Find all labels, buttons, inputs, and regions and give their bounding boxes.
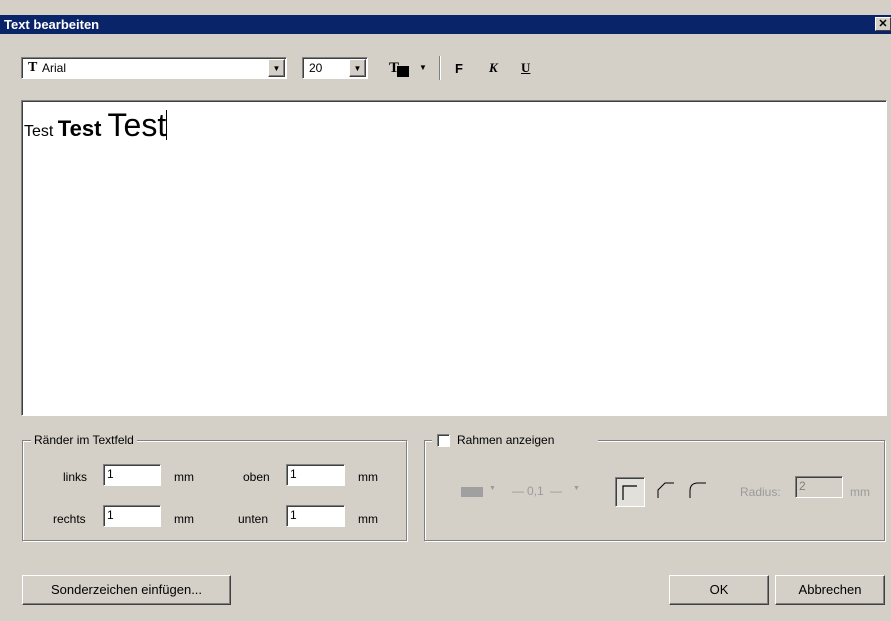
chevron-down-icon: ▼ [489,485,496,492]
line-width-select[interactable]: — 0,1 — ▼ [512,484,584,500]
text-run-small: Test [24,123,58,140]
line-width-value: 0,1 [527,484,544,498]
text-editor-area[interactable]: Test Test Test [21,100,887,416]
radius-label: Radius: [740,485,781,499]
links-label: links [63,470,88,484]
cancel-button[interactable]: Abbrechen [775,575,885,605]
rechts-unit: mm [174,512,194,526]
unten-unit: mm [358,512,378,526]
chevron-down-icon: ▼ [419,63,427,72]
radius-unit: mm [850,485,870,499]
frame-color-button[interactable]: ▼ [461,485,501,499]
links-input[interactable]: 1 [103,464,161,486]
chevron-down-icon[interactable]: ▼ [349,59,366,77]
corner-square-icon [622,485,637,500]
oben-unit: mm [358,470,378,484]
unten-label: unten [238,512,269,526]
close-icon[interactable]: ✕ [875,17,891,31]
font-family-select[interactable]: T Arial ▼ [21,57,287,79]
text-color-button[interactable]: T ▼ [389,60,433,78]
text-run-large: Test [107,107,167,143]
window-title: Text bearbeiten [4,17,100,32]
window-top-edge [0,0,891,15]
font-size-value: 20 [309,61,323,75]
font-icon: T [28,60,38,75]
rechts-label: rechts [53,512,86,526]
margins-legend: Ränder im Textfeld [31,433,137,447]
rechts-input[interactable]: 1 [103,505,161,527]
corner-bevel-icon[interactable] [654,479,678,503]
chevron-down-icon[interactable]: ▼ [268,59,285,77]
font-size-select[interactable]: 20 ▼ [302,57,368,79]
corner-round-icon[interactable] [686,479,710,503]
toolbar-separator [439,56,441,80]
corner-square-button[interactable] [615,477,645,507]
oben-label: oben [243,470,270,484]
text-run-bold: Test [57,116,108,141]
title-bar: Text bearbeiten ✕ [0,15,891,34]
text-caret [166,110,168,140]
font-family-value: Arial [42,61,67,75]
frame-checkbox[interactable] [437,434,450,447]
chevron-down-icon: ▼ [573,485,580,492]
insert-special-chars-button[interactable]: Sonderzeichen einfügen... [22,575,231,605]
ok-button[interactable]: OK [669,575,769,605]
unten-input[interactable]: 1 [286,505,345,527]
radius-input[interactable]: 2 [795,476,843,498]
underline-button[interactable]: U [521,60,530,76]
italic-button[interactable]: K [489,60,498,76]
frame-checkbox-label[interactable]: Rahmen anzeigen [457,433,554,447]
oben-input[interactable]: 1 [286,464,345,486]
bold-button[interactable]: F [455,61,463,76]
links-unit: mm [174,470,194,484]
